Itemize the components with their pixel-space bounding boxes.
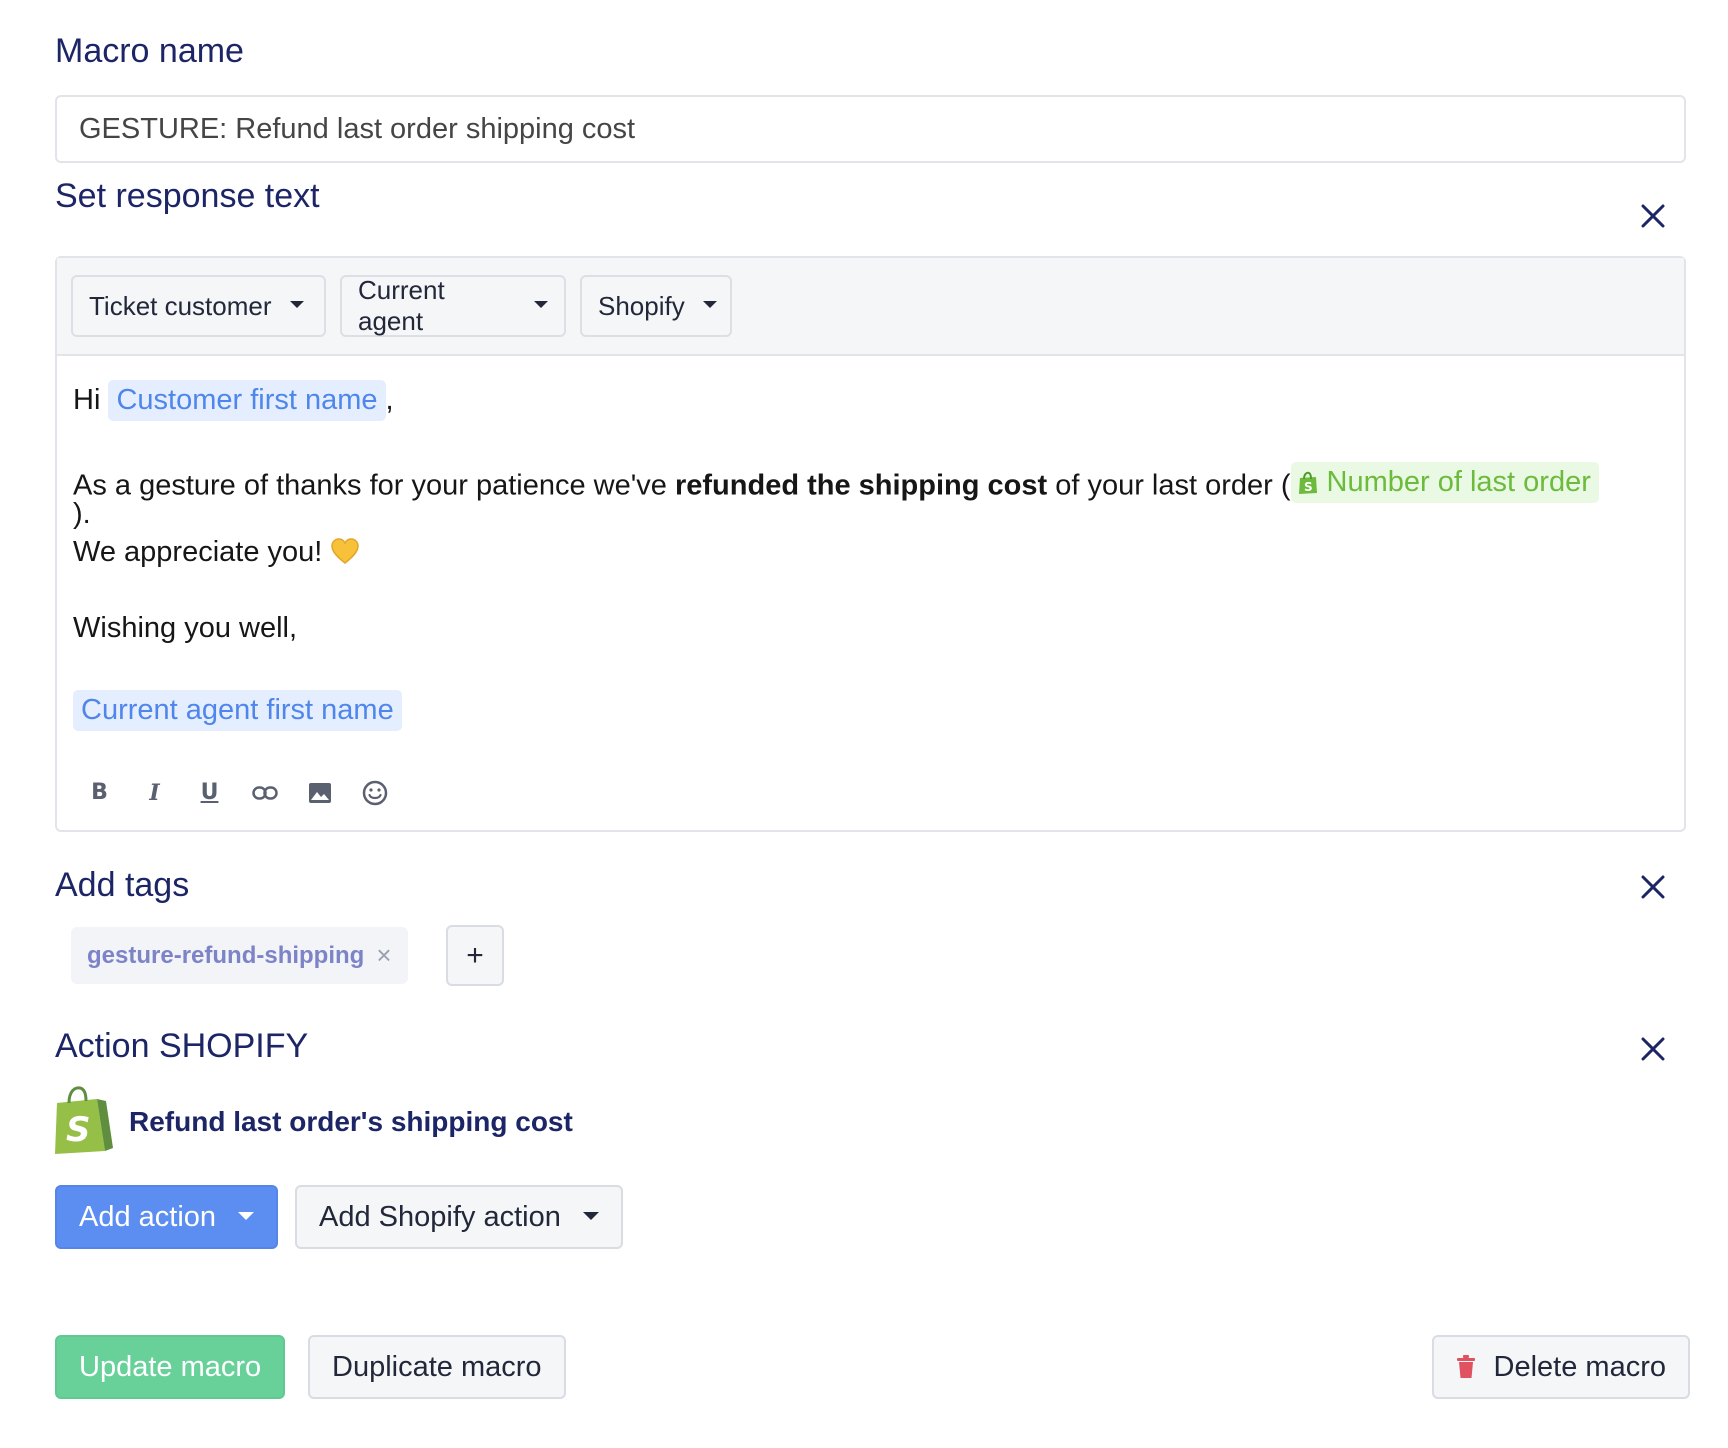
duplicate-macro-label: Duplicate macro [332,1350,542,1383]
current-agent-label: Current agent [358,275,445,336]
remove-shopify-action-close-icon[interactable] [1640,1036,1666,1062]
customer-first-name-variable[interactable]: Customer first name [108,380,386,421]
svg-text:S: S [1304,480,1313,494]
trash-icon [1456,1355,1475,1378]
format-toolbar: B I U [83,776,391,809]
greeting-comma: , [385,384,394,416]
tags-heading: Add tags [55,866,190,904]
response-body[interactable]: Hi Customer first name, As a gesture of … [57,356,1684,830]
gesture-text-post: of your last order ( [1047,469,1291,502]
tag-label: gesture-refund-shipping [87,941,365,969]
gesture-text-bold: refunded the shipping cost [674,469,1048,502]
yellow-heart-icon [331,538,360,564]
ticket-customer-dropdown[interactable]: Ticket customer [71,275,326,337]
greeting-line: Hi Customer first name, [73,380,394,421]
duplicate-macro-button[interactable]: Duplicate macro [308,1335,566,1399]
add-shopify-action-button[interactable]: Add Shopify action [295,1185,623,1249]
shopify-logo-icon: S [55,1086,113,1154]
shopify-dropdown[interactable]: Shopify [580,275,732,337]
chevron-down-icon [534,300,548,308]
shopify-action-heading: Action SHOPIFY [55,1027,309,1065]
current-agent-dropdown[interactable]: Current agent [340,275,566,337]
order-number-variable[interactable]: S Number of last order [1290,462,1599,503]
greeting-text: Hi [73,384,101,416]
signoff-text: Wishing you well, [73,612,298,644]
gesture-text-pre: As a gesture of thanks for your patience… [73,469,675,502]
bold-icon[interactable]: B [83,776,116,809]
chevron-down-icon [289,300,304,308]
signoff-line: Wishing you well, [73,612,297,645]
chevron-down-icon [702,300,717,308]
shopify-label: Shopify [598,290,685,321]
link-icon[interactable] [248,776,281,809]
remove-tag-close-icon[interactable]: × [376,940,391,971]
italic-icon[interactable]: I [138,776,171,809]
gesture-close-line: ). [73,498,91,531]
remove-tags-close-icon[interactable] [1640,874,1666,900]
agent-line: Current agent first name [73,690,402,731]
delete-macro-button[interactable]: Delete macro [1431,1335,1690,1399]
macro-name-heading: Macro name [55,32,244,70]
appreciate-text: We appreciate you! [73,536,331,568]
add-tag-button[interactable]: + [446,925,504,986]
add-action-button[interactable]: Add action [55,1185,279,1249]
emoji-icon[interactable] [358,776,391,809]
response-editor: Ticket customer Current agent Shopify Hi… [55,256,1686,832]
add-shopify-action-label: Add Shopify action [319,1200,561,1233]
underline-icon[interactable]: U [193,776,226,809]
appreciate-line: We appreciate you! [73,536,360,569]
current-agent-first-name-variable[interactable]: Current agent first name [73,690,402,731]
shopify-action-label: Refund last order's shipping cost [129,1106,573,1137]
gesture-close-text: ). [73,498,91,530]
delete-macro-label: Delete macro [1493,1350,1666,1383]
image-icon[interactable] [303,776,336,809]
remove-response-close-icon[interactable] [1640,203,1666,229]
update-macro-label: Update macro [79,1350,262,1383]
shopify-bag-icon: S [1298,471,1317,494]
macro-name-input[interactable] [55,95,1686,163]
chevron-down-icon [238,1212,255,1220]
ticket-customer-label: Ticket customer [89,290,272,321]
chevron-down-icon [582,1212,599,1220]
response-text-heading: Set response text [55,177,320,215]
update-macro-button[interactable]: Update macro [55,1335,286,1399]
svg-text:S: S [66,1110,91,1150]
variables-toolbar: Ticket customer Current agent Shopify [57,258,1684,356]
gesture-line: As a gesture of thanks for your patience… [73,462,1599,503]
add-action-label: Add action [79,1200,217,1233]
order-number-label: Number of last order [1326,466,1591,498]
tag-chip: gesture-refund-shipping × [71,927,408,984]
